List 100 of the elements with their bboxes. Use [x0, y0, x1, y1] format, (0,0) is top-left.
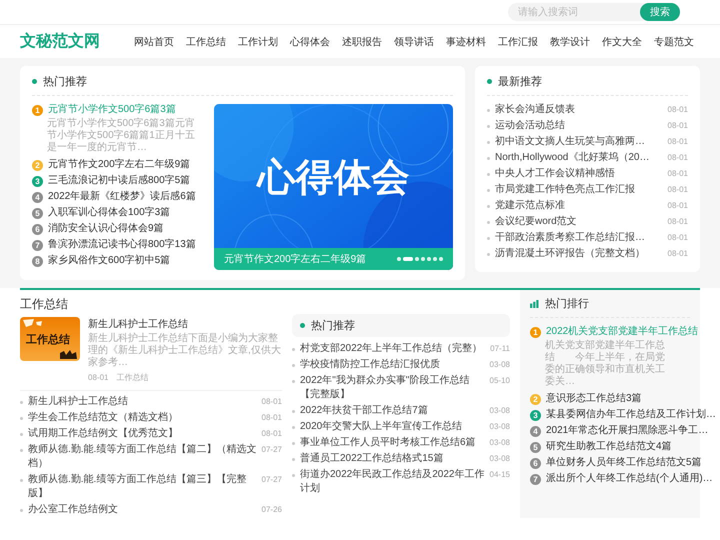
- article-date: 07-26: [262, 504, 282, 516]
- nav-link[interactable]: 述职报告: [336, 34, 388, 48]
- article-date: 03-08: [490, 437, 510, 449]
- nav-link[interactable]: 工作汇报: [492, 34, 544, 48]
- article-date: 08-01: [668, 232, 688, 244]
- article-link[interactable]: 普通员工2022工作总结格式15篇: [300, 452, 485, 466]
- article-date: 05-10: [490, 375, 510, 387]
- article-date: 04-15: [490, 469, 510, 481]
- article-link[interactable]: 市局党建工作特色亮点工作汇报: [495, 183, 663, 197]
- article-link[interactable]: 元宵节作文200字左右二年级9篇: [48, 158, 190, 172]
- section-title: 最新推荐: [498, 74, 542, 89]
- carousel-dot[interactable]: [421, 257, 425, 261]
- article-link[interactable]: 中央人才工作会议精神感悟: [495, 167, 663, 181]
- bullet-icon: [487, 173, 490, 176]
- carousel-dot[interactable]: [427, 257, 431, 261]
- article-link[interactable]: 干部政治素质考察工作总结汇报…: [495, 231, 663, 245]
- article-link[interactable]: 2021年常态化开展扫黑除恶斗争工…: [546, 424, 708, 438]
- article-link[interactable]: 三毛流浪记初中读后感800字5篇: [48, 174, 190, 188]
- article-link[interactable]: 街道办2022年民政工作总结及2022年工作计划: [300, 468, 485, 496]
- article-link[interactable]: 消防安全认识心得体会9篇: [48, 222, 164, 236]
- article-date: 08-01: [262, 428, 282, 440]
- article-summary: 元宵节小学作文500字6篇3篇元宵节小学作文500字6篇篇1正月十五是一年一度的元宵节…: [47, 118, 196, 154]
- rank-badge: 8: [32, 256, 43, 266]
- bullet-icon: [20, 417, 23, 420]
- article-link[interactable]: 办公室工作总结例文: [28, 503, 257, 517]
- article-link[interactable]: 新生儿科护士工作总结: [88, 317, 282, 331]
- article-link[interactable]: 学生会工作总结范文（精选文档）: [28, 411, 257, 425]
- article-date: 08-01: [668, 136, 688, 148]
- article-link[interactable]: 党建示范点标准: [495, 199, 663, 213]
- article-date: 08-01: [88, 372, 108, 384]
- article-link[interactable]: 2022年最新《红楼梦》读后感6篇: [48, 190, 196, 204]
- thumbnail-caption: 工作总结: [26, 332, 70, 347]
- article-date: 08-01: [668, 120, 688, 132]
- rank-badge: 1: [530, 326, 541, 338]
- search-field[interactable]: 请输入搜索词: [508, 3, 648, 21]
- article-date: 07-27: [262, 474, 282, 486]
- bullet-icon: [487, 205, 490, 208]
- article-link[interactable]: 试用期工作总结例文【优秀范文】: [28, 427, 257, 441]
- article-date: 08-01: [668, 248, 688, 260]
- bullet-icon: [487, 189, 490, 192]
- article-link[interactable]: North,Hollywood《北好莱坞（20…: [495, 151, 663, 165]
- article-link[interactable]: 2022年扶贫干部工作总结7篇: [300, 404, 485, 418]
- nav-link[interactable]: 作文大全: [596, 34, 648, 48]
- banner-headline: 心得体会: [255, 156, 410, 201]
- article-link[interactable]: 单位财务人员年终工作总结范文5篇: [546, 456, 702, 470]
- article-link[interactable]: 新生儿科护士工作总结: [28, 395, 257, 409]
- carousel-dot[interactable]: [397, 257, 401, 261]
- carousel-dot[interactable]: [439, 257, 443, 261]
- article-date: 03-08: [490, 405, 510, 417]
- article-link[interactable]: 教师从德.勤.能.绩等方面工作总结【篇三】【完整版】: [28, 473, 257, 501]
- article-link[interactable]: 入职军训心得体会100字3篇: [48, 206, 170, 220]
- article-link[interactable]: 事业单位工作人员平时考核工作总结6篇: [300, 436, 485, 450]
- article-link[interactable]: 村党支部2022年上半年工作总结（完整）: [300, 342, 486, 356]
- section-title: 工作总结: [20, 296, 69, 313]
- nav-link[interactable]: 事迹材料: [440, 34, 492, 48]
- bullet-icon: [20, 479, 23, 482]
- bullet-icon: [292, 364, 295, 367]
- article-link[interactable]: 研究生助教工作总结范文4篇: [546, 440, 672, 454]
- nav-link[interactable]: 工作计划: [232, 34, 284, 48]
- article-date: 08-01: [668, 104, 688, 116]
- article-link[interactable]: 意识形态工作总结3篇: [546, 392, 642, 406]
- article-link[interactable]: 初中语文文摘人生玩笑与高雅两…: [495, 135, 663, 149]
- rank-badge: 6: [32, 224, 43, 234]
- rank-badge: 6: [530, 458, 541, 468]
- nav-link[interactable]: 领导讲话: [388, 34, 440, 48]
- bar-chart-icon: [530, 300, 539, 308]
- carousel-dot[interactable]: [433, 257, 437, 261]
- dot-icon: [32, 79, 37, 84]
- nav-link[interactable]: 工作总结: [180, 34, 232, 48]
- article-link[interactable]: 家长会沟通反馈表: [495, 103, 663, 117]
- nav-link[interactable]: 网站首页: [128, 34, 180, 48]
- rank-badge: 4: [530, 426, 541, 436]
- bullet-icon: [292, 426, 295, 429]
- bullet-icon: [292, 458, 295, 461]
- nav-link[interactable]: 专题范文: [648, 34, 700, 48]
- article-link[interactable]: 运动会活动总结: [495, 119, 663, 133]
- rank-badge: 7: [32, 240, 43, 250]
- rank-badge: 7: [530, 474, 541, 484]
- article-link[interactable]: 学校疫情防控工作总结汇报优质: [300, 358, 485, 372]
- bullet-icon: [487, 141, 490, 144]
- rank-badge: 4: [32, 192, 43, 202]
- nav-link[interactable]: 心得体会: [284, 34, 336, 48]
- article-summary: 新生儿科护士工作总结下面是小编为大家整理的《新生儿科护士工作总结》文章,仅供大家参考…: [88, 333, 282, 369]
- article-link[interactable]: 教师从德.勤.能.绩等方面工作总结【篇二】（精选文档）: [28, 443, 257, 471]
- article-link[interactable]: 2020年交警大队上半年宣传工作总结: [300, 420, 485, 434]
- article-link[interactable]: 鲁滨孙漂流记读书心得800字13篇: [48, 238, 196, 252]
- article-link[interactable]: 家乡风俗作文600字初中5篇: [48, 254, 170, 268]
- article-date: 08-01: [668, 200, 688, 212]
- bullet-icon: [20, 449, 23, 452]
- article-date: 08-01: [668, 216, 688, 228]
- article-date: 08-01: [668, 168, 688, 180]
- article-link[interactable]: 派出所个人年终工作总结(个人通用)…: [546, 472, 713, 486]
- article-link[interactable]: 会议纪要word范文: [495, 215, 663, 229]
- carousel-dot[interactable]: [415, 257, 419, 261]
- article-link[interactable]: 沥青混凝土环评报告（完整文档）: [495, 247, 663, 261]
- article-date: 07-11: [490, 343, 510, 355]
- article-date: 08-01: [262, 396, 282, 408]
- article-link[interactable]: 某县委网信办年工作总结及工作计划…: [546, 408, 716, 422]
- article-link[interactable]: 2022年"我为群众办实事"阶段工作总结【完整版】: [300, 374, 485, 402]
- nav-link[interactable]: 教学设计: [544, 34, 596, 48]
